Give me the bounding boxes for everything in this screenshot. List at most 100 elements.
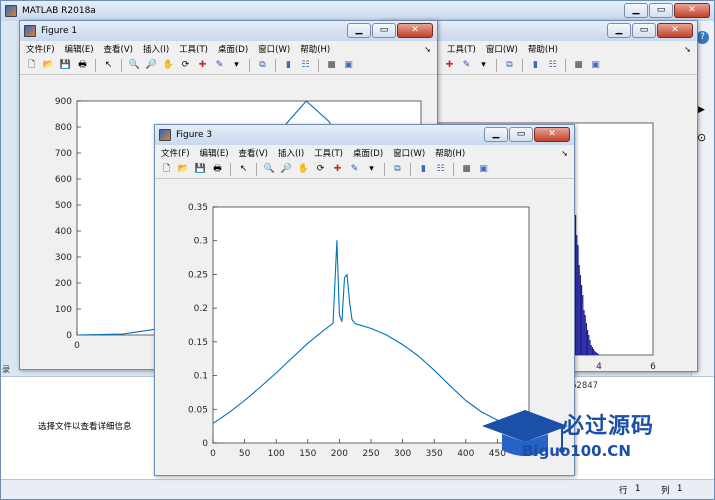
figure1-colorbar-icon[interactable]: ▮ bbox=[282, 59, 295, 72]
details-hint: 选择文件以查看详细信息 bbox=[38, 422, 132, 432]
figure1-menu-window[interactable]: 窗口(W) bbox=[258, 43, 290, 55]
figure2-dock-icon[interactable]: ➘ bbox=[684, 45, 691, 54]
figure1-save-icon[interactable]: 💾 bbox=[59, 59, 72, 72]
figure1-hide-tools-icon[interactable]: ■ bbox=[325, 59, 338, 72]
figure3-brush-icon[interactable]: ✎ bbox=[348, 163, 361, 176]
figure2-menu-help[interactable]: 帮助(H) bbox=[528, 43, 558, 55]
close-button[interactable]: ✕ bbox=[674, 3, 710, 18]
figure3-dock-icon[interactable]: ➘ bbox=[561, 149, 568, 158]
figure3-menu-tools[interactable]: 工具(T) bbox=[314, 147, 343, 159]
figure2-maximize-button[interactable]: ▭ bbox=[632, 23, 656, 38]
figure2-bar bbox=[594, 351, 596, 355]
figure3-open-icon[interactable]: 📂 bbox=[177, 163, 190, 176]
figure2-dock-tools-icon[interactable]: ▣ bbox=[589, 59, 602, 72]
figure1-rotate-icon[interactable]: ⟳ bbox=[179, 59, 192, 72]
figure2-bar bbox=[593, 349, 595, 355]
figure2-brush-dropdown-icon[interactable]: ▾ bbox=[477, 59, 490, 72]
figure2-bar bbox=[576, 235, 578, 355]
figure3-dock-tools-icon[interactable]: ▣ bbox=[477, 163, 490, 176]
left-edge-label: 录 bbox=[2, 365, 10, 374]
figure2-link-icon[interactable]: ⧉ bbox=[503, 59, 516, 72]
maximize-button[interactable]: ▭ bbox=[649, 3, 673, 18]
figure1-dock-tools-icon[interactable]: ▣ bbox=[342, 59, 355, 72]
figure3-zoom-out-icon[interactable]: 🔎 bbox=[280, 163, 293, 176]
figure2-bar bbox=[591, 347, 593, 355]
figure2-bar bbox=[578, 265, 580, 355]
figure3-brush-dropdown-icon[interactable]: ▾ bbox=[365, 163, 378, 176]
figure2-bar bbox=[583, 310, 585, 355]
figure3-new-icon[interactable]: 🗋 bbox=[160, 163, 173, 176]
figure1-new-icon[interactable]: 🗋 bbox=[25, 59, 38, 72]
figure3-menu-desktop[interactable]: 桌面(D) bbox=[353, 147, 383, 159]
figure2-bar bbox=[579, 275, 581, 355]
figure2-bar bbox=[588, 335, 590, 355]
figure1-menu-insert[interactable]: 插入(I) bbox=[143, 43, 169, 55]
figure2-brush-icon[interactable]: ✎ bbox=[460, 59, 473, 72]
figure3-menu-insert[interactable]: 插入(I) bbox=[278, 147, 304, 159]
panel-options-icon[interactable]: ⊙ bbox=[697, 131, 706, 144]
figure1-menu-desktop[interactable]: 桌面(D) bbox=[218, 43, 248, 55]
figure1-minimize-button[interactable]: ▁ bbox=[347, 23, 371, 38]
figure1-link-icon[interactable]: ⧉ bbox=[256, 59, 269, 72]
figure3-link-icon[interactable]: ⧉ bbox=[391, 163, 404, 176]
figure3-minimize-button[interactable]: ▁ bbox=[484, 127, 508, 142]
figure3-menu-file[interactable]: 文件(F) bbox=[161, 147, 190, 159]
figure3-data-cursor-icon[interactable]: ✚ bbox=[331, 163, 344, 176]
figure3-toolbar: 🗋 📂 💾 🖶 ↖ 🔍 🔎 ✋ ⟳ ✚ ✎ ▾ ⧉ ▮ ☷ ■ ▣ bbox=[155, 161, 574, 179]
figure3-pointer-icon[interactable]: ↖ bbox=[237, 163, 250, 176]
figure3-colorbar-icon[interactable]: ▮ bbox=[417, 163, 430, 176]
figure3-xtick-label: 200 bbox=[331, 449, 348, 459]
figure1-ytick-label: 600 bbox=[55, 175, 72, 185]
figure1-menu-edit[interactable]: 编辑(E) bbox=[65, 43, 94, 55]
figure2-minimize-button[interactable]: ▁ bbox=[607, 23, 631, 38]
figure1-menu-help[interactable]: 帮助(H) bbox=[300, 43, 330, 55]
figure3-ytick-label: 0.1 bbox=[194, 372, 208, 382]
figure2-bar bbox=[577, 245, 579, 355]
figure1-pan-icon[interactable]: ✋ bbox=[162, 59, 175, 72]
figure3-zoom-in-icon[interactable]: 🔍 bbox=[263, 163, 276, 176]
figure3-maximize-button[interactable]: ▭ bbox=[509, 127, 533, 142]
panel-expand-icon[interactable]: ▶ bbox=[698, 105, 705, 115]
status-row-label: 行 bbox=[619, 486, 628, 496]
figure1-data-cursor-icon[interactable]: ✚ bbox=[196, 59, 209, 72]
figure3-legend-icon[interactable]: ☷ bbox=[434, 163, 447, 176]
figure1-ytick-label: 200 bbox=[55, 279, 72, 289]
figure2-colorbar-icon[interactable]: ▮ bbox=[529, 59, 542, 72]
figure1-dock-icon[interactable]: ➘ bbox=[424, 45, 431, 54]
figure3-xtick-label: 0 bbox=[210, 449, 216, 459]
figure3-menu-window[interactable]: 窗口(W) bbox=[393, 147, 425, 159]
figure3-print-icon[interactable]: 🖶 bbox=[211, 163, 224, 176]
figure2-close-button[interactable]: ✕ bbox=[657, 23, 693, 38]
figure1-legend-icon[interactable]: ☷ bbox=[299, 59, 312, 72]
minimize-button[interactable]: ▁ bbox=[624, 3, 648, 18]
figure3-rotate-icon[interactable]: ⟳ bbox=[314, 163, 327, 176]
figure3-close-button[interactable]: ✕ bbox=[534, 127, 570, 142]
figure1-print-icon[interactable]: 🖶 bbox=[76, 59, 89, 72]
figure1-brush-icon[interactable]: ✎ bbox=[213, 59, 226, 72]
figure1-menu-tools[interactable]: 工具(T) bbox=[179, 43, 208, 55]
status-col-label: 列 bbox=[661, 486, 670, 496]
figure2-data-cursor-icon[interactable]: ✚ bbox=[443, 59, 456, 72]
figure2-bar bbox=[584, 315, 586, 355]
figure3-pan-icon[interactable]: ✋ bbox=[297, 163, 310, 176]
figure1-ytick-label: 400 bbox=[55, 227, 72, 237]
figure2-menu-window[interactable]: 窗口(W) bbox=[486, 43, 518, 55]
figure1-close-button[interactable]: ✕ bbox=[397, 23, 433, 38]
figure1-menu-view[interactable]: 查看(V) bbox=[104, 43, 133, 55]
figure1-zoom-in-icon[interactable]: 🔍 bbox=[128, 59, 141, 72]
figure1-brush-dropdown-icon[interactable]: ▾ bbox=[230, 59, 243, 72]
figure3-menu-view[interactable]: 查看(V) bbox=[239, 147, 268, 159]
figure1-menu-file[interactable]: 文件(F) bbox=[26, 43, 55, 55]
figure1-pointer-icon[interactable]: ↖ bbox=[102, 59, 115, 72]
figure3-menu-help[interactable]: 帮助(H) bbox=[435, 147, 465, 159]
figure2-menu-tools[interactable]: 工具(T) bbox=[447, 43, 476, 55]
figure3-menu-edit[interactable]: 编辑(E) bbox=[200, 147, 229, 159]
figure1-maximize-button[interactable]: ▭ bbox=[372, 23, 396, 38]
figure3-save-icon[interactable]: 💾 bbox=[194, 163, 207, 176]
figure1-open-icon[interactable]: 📂 bbox=[42, 59, 55, 72]
figure2-legend-icon[interactable]: ☷ bbox=[546, 59, 559, 72]
figure2-hide-tools-icon[interactable]: ■ bbox=[572, 59, 585, 72]
figure3-hide-tools-icon[interactable]: ■ bbox=[460, 163, 473, 176]
figure1-zoom-out-icon[interactable]: 🔎 bbox=[145, 59, 158, 72]
figure3-logo-icon bbox=[159, 129, 171, 141]
